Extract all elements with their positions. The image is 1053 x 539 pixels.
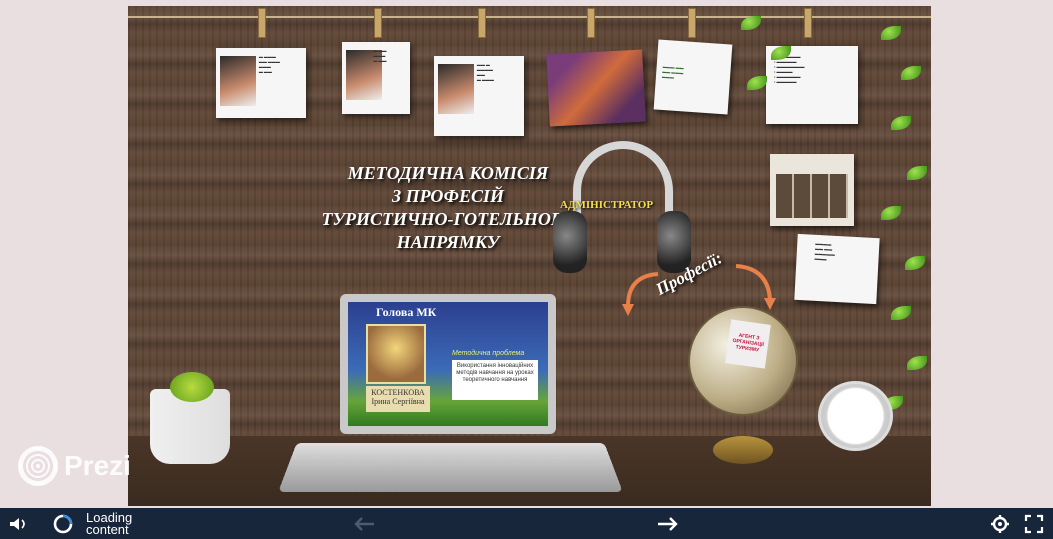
clothespin [587,8,595,38]
headphone-cup-left [553,211,587,273]
prezi-logo: Prezi [18,446,131,486]
loading-indicator [52,508,74,539]
prezi-wordmark: Prezi [64,450,131,482]
loading-text: Loading content [86,508,132,539]
commission-head-title: Голова МК [376,305,436,320]
arrow-right-icon [656,515,680,533]
settings-button[interactable] [990,508,1010,539]
card-text: ▬ ▬▬▬ ▬▬ ▬▬▬ ▬▬▬ ▬ ▬▬ [259,54,302,74]
teacher-photo [220,56,256,106]
method-problem-label: Методична проблема [452,350,538,357]
head-given-name: Ірина Сергіївна [366,397,430,406]
laptop-screen[interactable]: Голова МК КОСТЕНКОВА Ірина Сергіївна Мет… [340,294,556,434]
loading-line-2: content [86,524,132,536]
arrow-left-icon [352,515,376,533]
teacher-photo [438,64,474,114]
card-text: ▬▬▬ ▬▬ ▬▬ ▬▬▬ ▬▬▬ [662,64,727,83]
head-surname: КОСТЕНКОВА [366,388,430,397]
succulent-plant [170,372,214,402]
player-control-bar: Loading content [0,508,1053,539]
presentation-viewport: ▬ ▬▬▬ ▬▬ ▬▬▬ ▬▬▬ ▬ ▬▬ ▬ ▬▬ ▬▬▬ ▬ ▬▬ ▬▬ ▬ ▬▬▬▬ ▬… [0,0,1053,508]
card-text: ▬ ▬▬ ▬▬▬ ▬ ▬▬ [373,48,406,63]
clothespin [688,8,696,38]
prev-step-button[interactable] [352,508,376,539]
head-photo [366,324,426,384]
fullscreen-button[interactable] [1024,508,1044,539]
volume-button[interactable] [8,508,30,539]
photo-collage-card[interactable] [546,50,646,127]
clothespin [374,8,382,38]
teacher-card-3[interactable]: ▬▬ ▬ ▬▬▬▬ ▬▬ ▬ ▬▬▬ [434,56,524,136]
fullscreen-icon [1024,514,1044,534]
gear-icon [990,514,1010,534]
laptop-display: Голова МК КОСТЕНКОВА Ірина Сергіївна Мет… [348,302,548,426]
clothespin [478,8,486,38]
slide-canvas[interactable]: ▬ ▬▬▬ ▬▬ ▬▬▬ ▬▬▬ ▬ ▬▬ ▬ ▬▬ ▬▬▬ ▬ ▬▬ ▬▬ ▬ ▬▬▬▬ ▬… [128,6,931,506]
head-name: КОСТЕНКОВА Ірина Сергіївна [366,386,430,412]
globe-note: АГЕНТ З ОРГАНІЗАЦІЇ ТУРИЗМУ [725,319,771,368]
prezi-logo-icon [18,446,58,486]
laptop-keyboard [278,443,623,492]
administrator-label[interactable]: АДМІНІСТРАТОР [560,199,653,211]
note-card[interactable]: ▬▬▬ ▬▬ ▬▬ ▬▬▬ ▬▬▬ [654,40,733,115]
teacher-card-2[interactable]: ▬ ▬▬ ▬▬▬ ▬ ▬▬ [342,42,410,114]
loading-spinner-icon [52,513,74,535]
next-step-button[interactable] [656,508,680,539]
card-text: ▬▬ ▬ ▬▬▬▬ ▬▬ ▬ ▬▬▬ [477,62,520,82]
teacher-card-1[interactable]: ▬ ▬▬▬ ▬▬ ▬▬▬ ▬▬▬ ▬ ▬▬ [216,48,306,118]
volume-icon [8,515,30,533]
alarm-clock [818,381,893,451]
clothespin [258,8,266,38]
globe-stand [713,436,773,464]
method-problem-text: Використання інноваційних методів навчан… [452,360,538,400]
